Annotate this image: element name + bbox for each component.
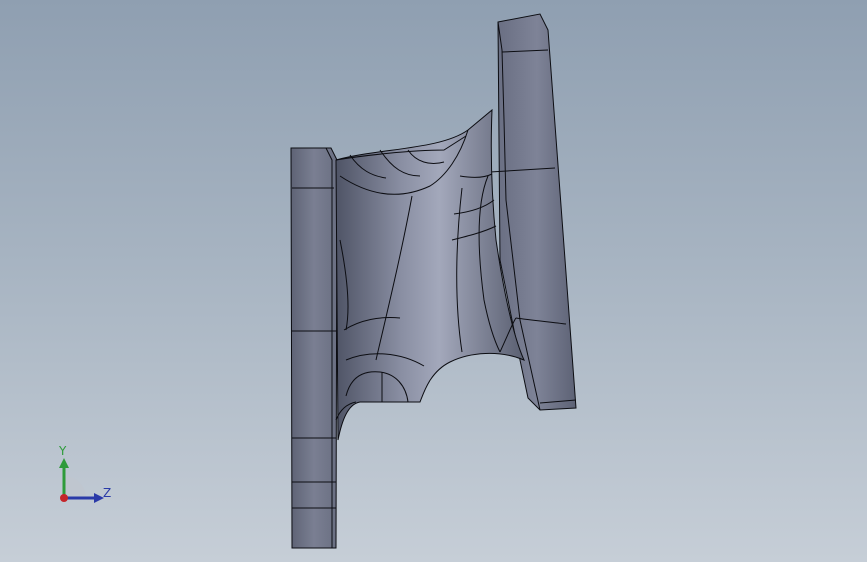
graphics-viewport[interactable]: Y Z <box>0 0 867 562</box>
triad-plane-icon <box>64 476 86 498</box>
part-model[interactable] <box>0 0 867 562</box>
origin-icon <box>60 494 68 502</box>
orientation-triad: Y Z <box>48 440 118 510</box>
y-axis-label: Y <box>59 444 67 458</box>
z-axis-label: Z <box>103 486 112 500</box>
